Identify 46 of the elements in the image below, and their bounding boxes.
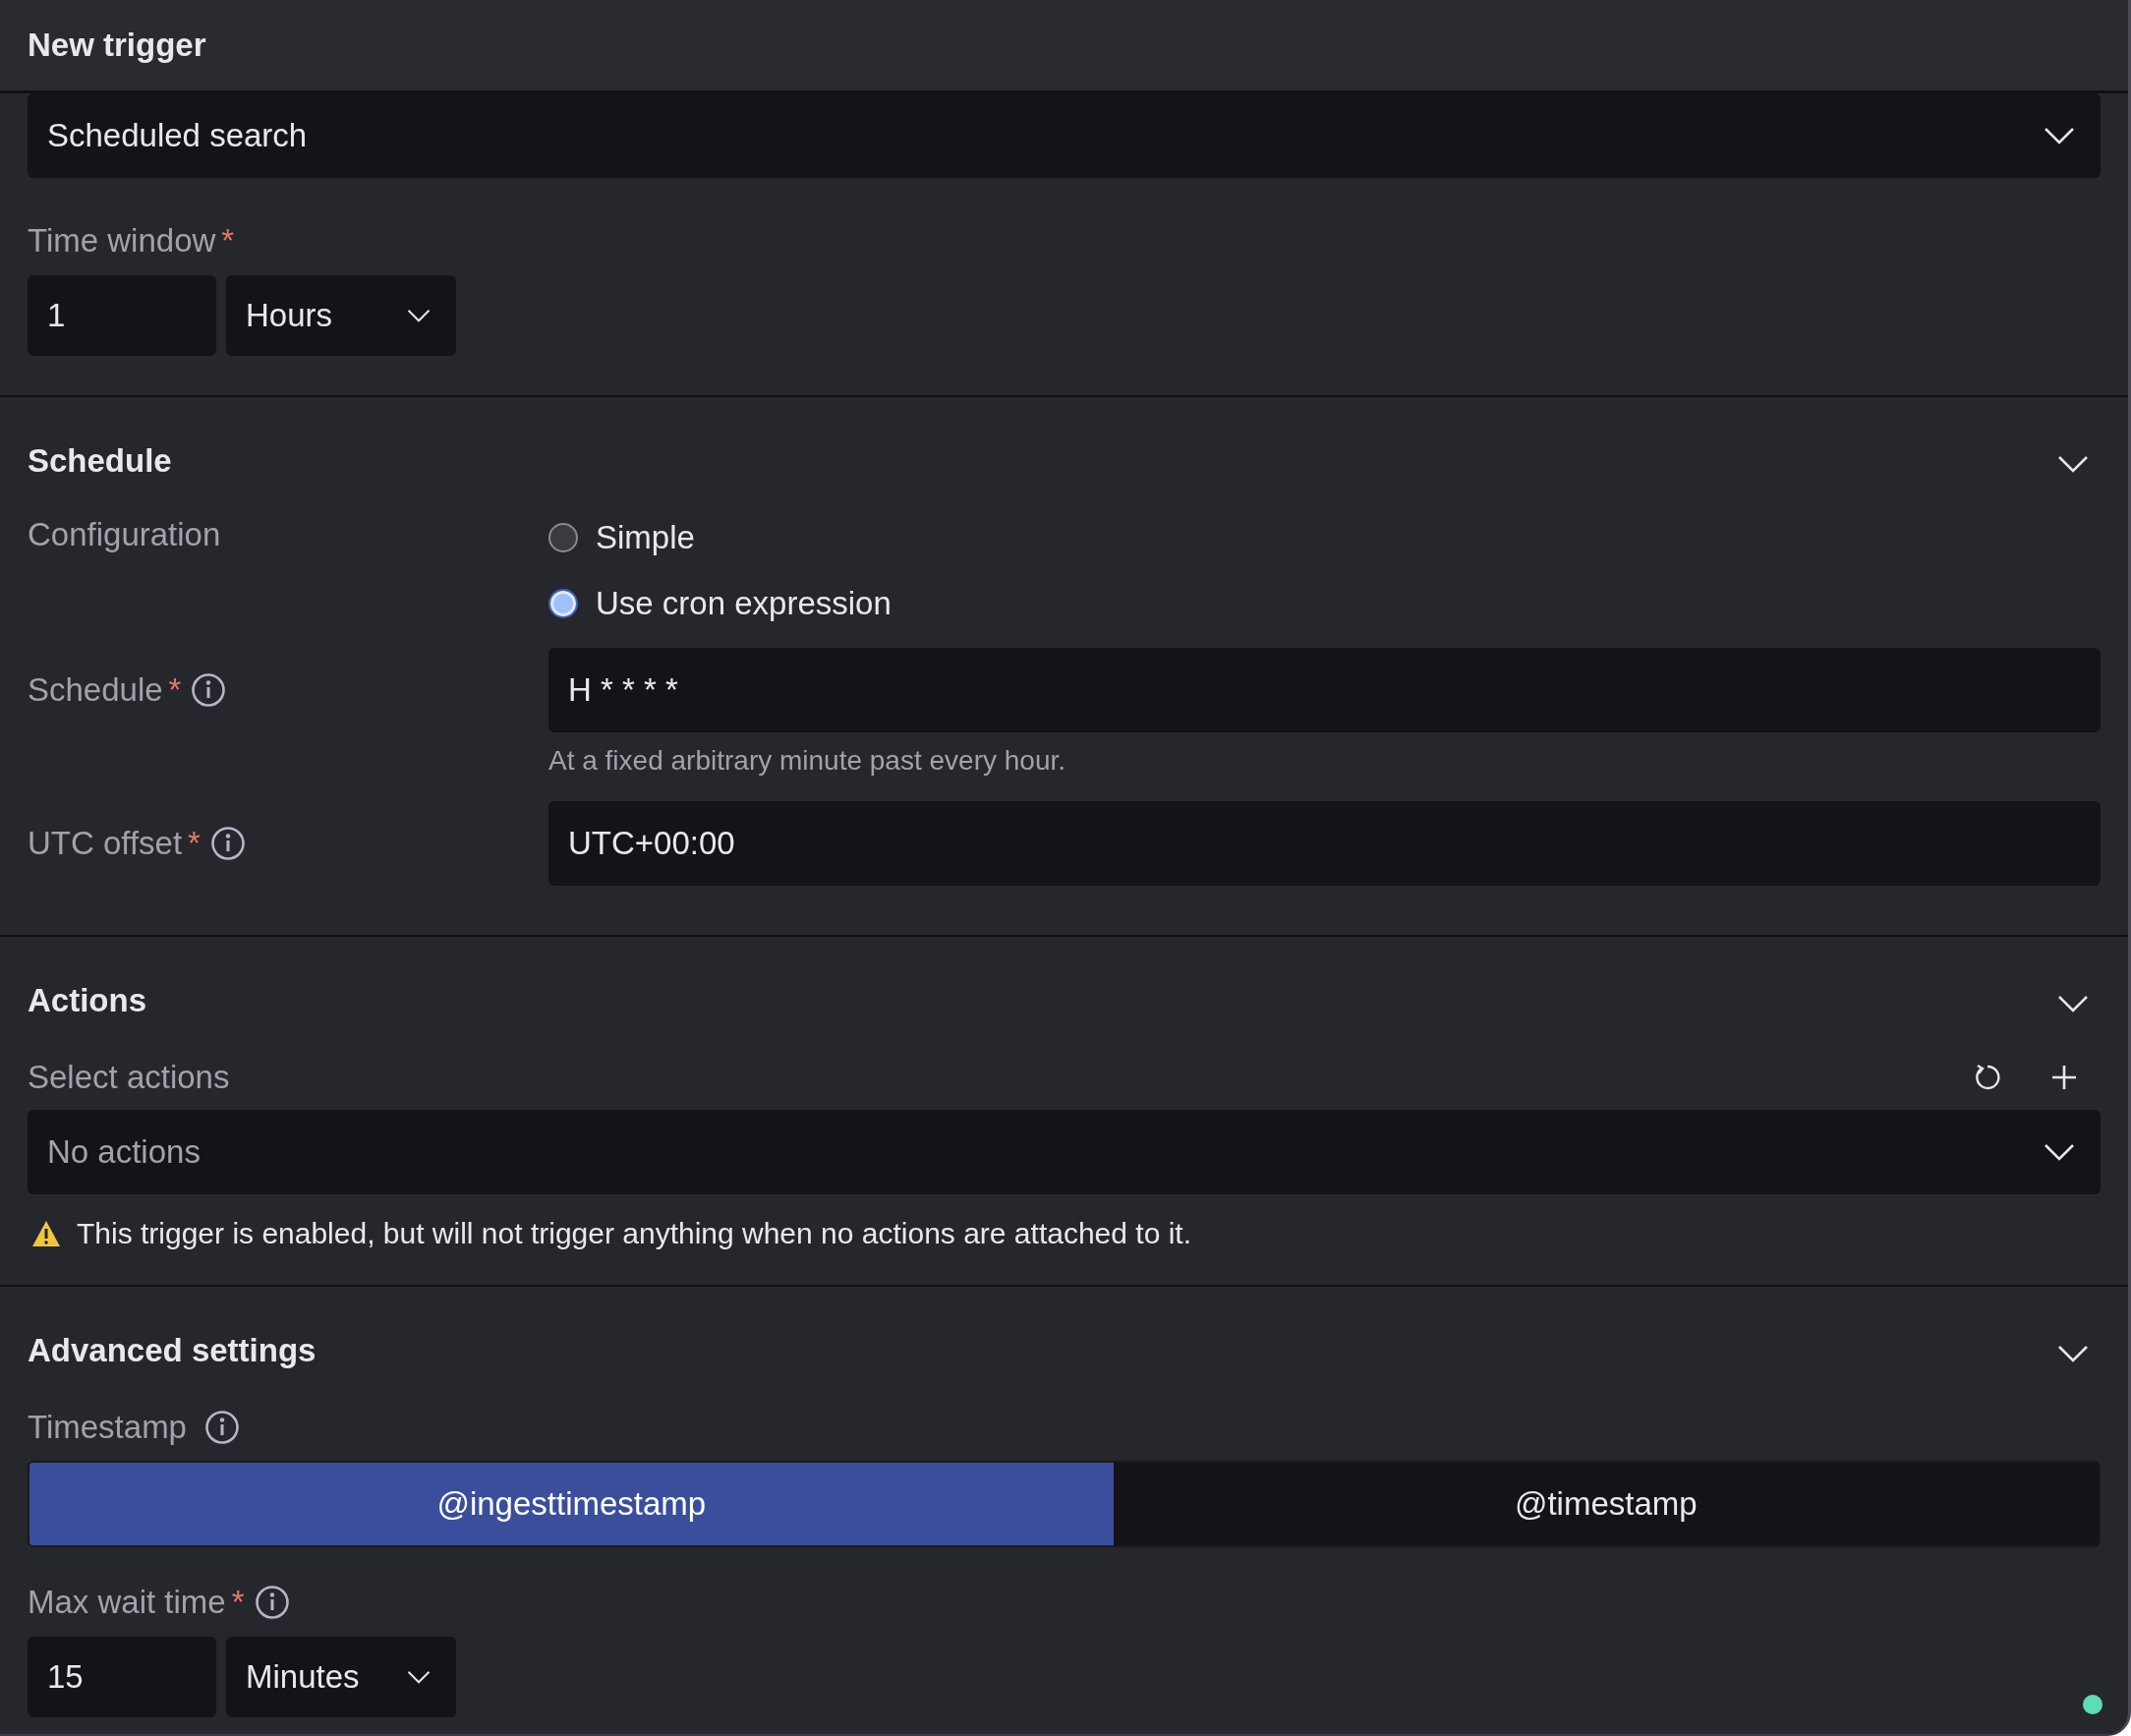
actions-dropdown[interactable]: No actions [28,1110,2101,1194]
field-label: Timestamp [28,1409,187,1446]
field-label: Select actions [28,1059,230,1096]
radio-option[interactable]: Simple [548,516,2101,559]
field-label: Schedule [28,671,163,709]
unit-dropdown[interactable]: Minutes [226,1637,456,1717]
refresh-icon[interactable] [1973,1063,2002,1092]
info-icon[interactable] [209,826,246,861]
section-title: Advanced settings [28,1332,317,1369]
segment-button[interactable]: @ingesttimestamp [29,1463,1114,1545]
info-icon[interactable] [204,1410,240,1445]
panel-title: New trigger [28,27,206,64]
radio-option[interactable]: Use cron expression [548,582,2101,625]
field-label: Configuration [28,516,221,553]
status-dot [2083,1695,2102,1714]
chevron-icon[interactable] [2057,455,2089,473]
help-text: At a fixed arbitrary minute past every hour. [548,744,1067,778]
radio-button[interactable] [548,523,578,552]
unit-dropdown[interactable]: Hours [226,275,456,356]
chevron-icon[interactable] [2057,1345,2089,1362]
info-icon[interactable] [254,1585,290,1620]
section-title: Actions [28,982,146,1019]
required-mark: * [231,1584,245,1621]
chevron-down-icon [407,1670,431,1684]
field-label: Time window [28,222,216,260]
info-icon[interactable] [191,672,227,708]
text-field[interactable]: H * * * * [548,648,2101,732]
text-field[interactable]: UTC+00:00 [548,801,2101,886]
required-mark: * [188,825,201,862]
field-label: UTC offset [28,825,183,862]
plus-icon[interactable] [2049,1063,2079,1092]
chevron-down-icon [2044,127,2075,145]
warning-icon [31,1220,61,1247]
chevron-icon[interactable] [2057,995,2089,1013]
required-mark: * [168,671,182,709]
number-field[interactable]: 15 [28,1637,216,1717]
field-label: Max wait time [28,1584,226,1621]
section-title: Schedule [28,442,172,480]
chevron-down-icon [407,309,431,322]
trigger-type-dropdown[interactable]: Scheduled search [28,93,2101,178]
number-field[interactable]: 1 [28,275,216,356]
required-mark: * [221,222,235,260]
radio-button[interactable] [548,589,578,618]
warning-message: This trigger is enabled, but will not trigger anything when no actions are attached to it. [77,1217,1191,1250]
chevron-down-icon [2044,1143,2075,1161]
segment-button[interactable]: @timestamp [1113,1463,2099,1545]
